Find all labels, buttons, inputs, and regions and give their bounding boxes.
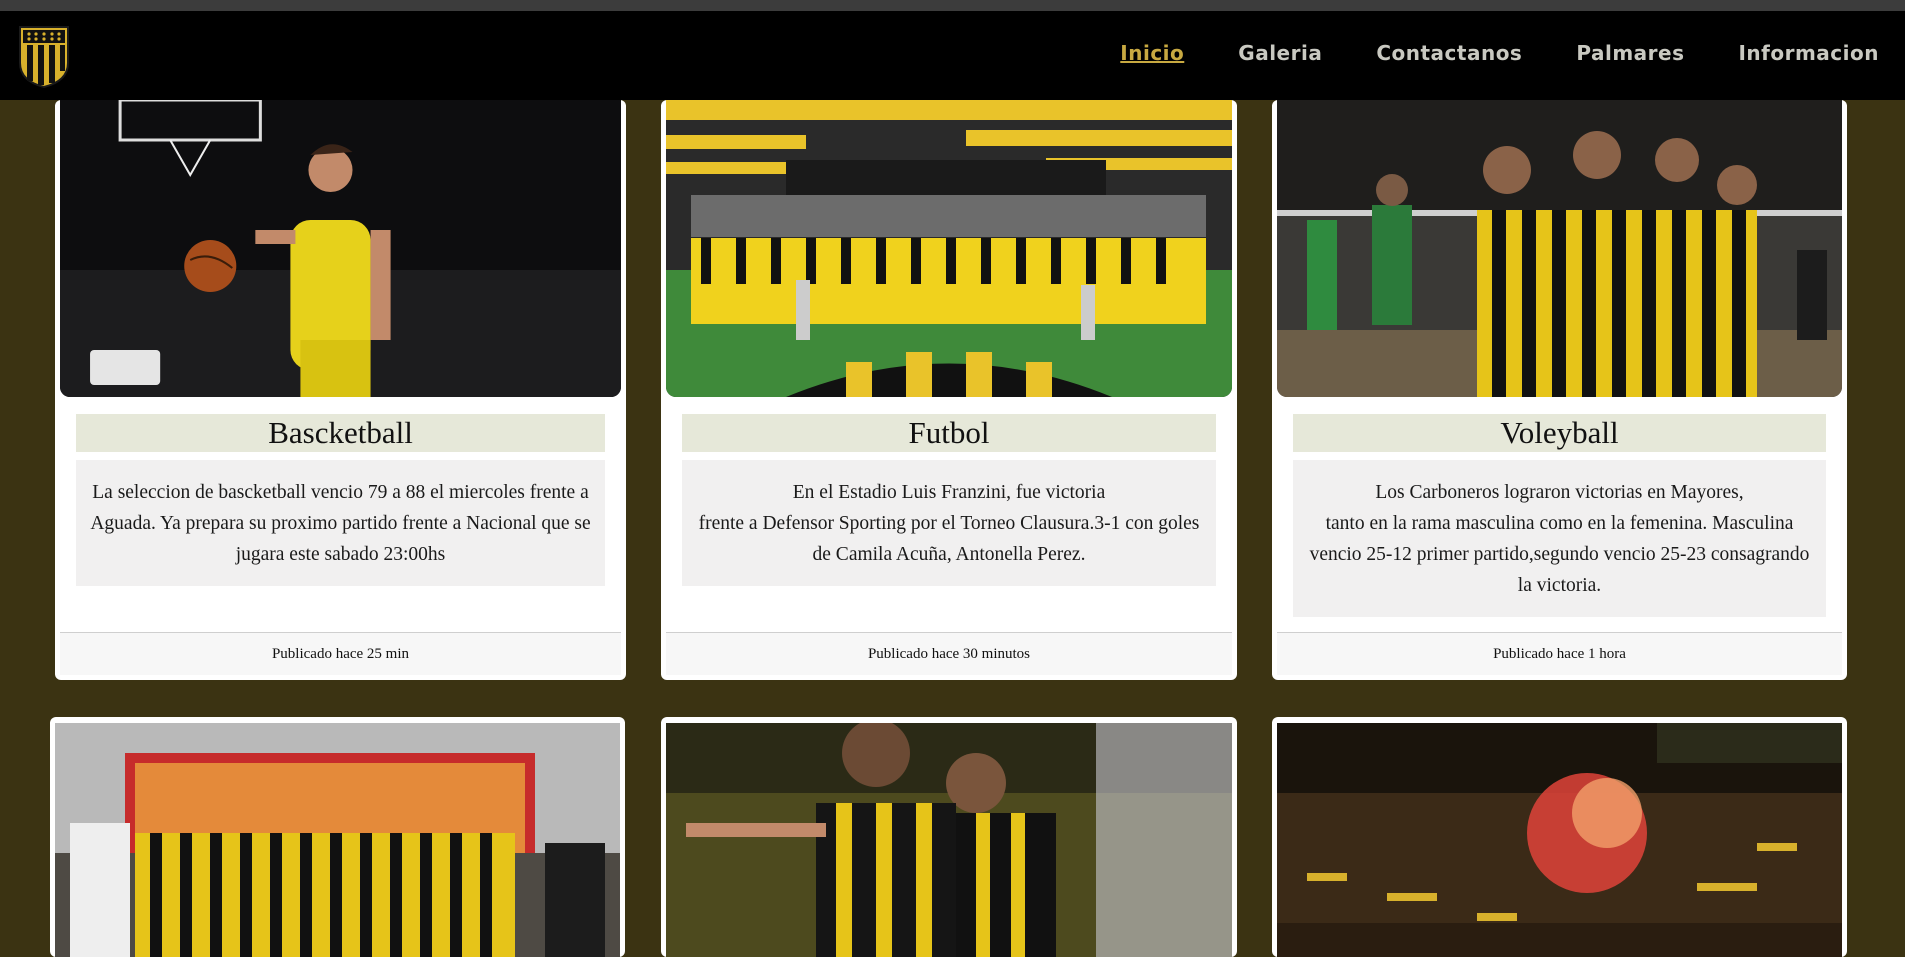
card-title: Futbol	[682, 414, 1216, 452]
nav-link-palmares[interactable]: Palmares	[1576, 41, 1684, 65]
nav-link-inicio[interactable]: Inicio	[1120, 41, 1184, 65]
card-description-line-2: tanto en la rama masculina como en la fe…	[1309, 513, 1810, 596]
card-title: Voleyball	[1293, 414, 1826, 452]
womens-team-photo	[55, 723, 620, 957]
card-description-line-1: Los Carboneros lograron victorias en May…	[1375, 482, 1744, 503]
gallery-card-fans-stadium[interactable]	[1272, 717, 1847, 957]
card-title: Bascketball	[76, 414, 605, 452]
fans-stadium-photo	[1277, 723, 1842, 957]
news-card-futbol[interactable]: Futbol En el Estadio Luis Franzini, fue …	[661, 100, 1237, 680]
browser-top-strip	[0, 0, 1905, 11]
card-description: En el Estadio Luis Franzini, fue victori…	[682, 460, 1216, 586]
basketball-photo	[60, 100, 621, 397]
news-card-voleyball[interactable]: Voleyball Los Carboneros lograron victor…	[1272, 100, 1847, 680]
card-footer-timestamp: Publicado hace 30 minutos	[666, 632, 1232, 675]
voleyball-team-photo	[1277, 100, 1842, 397]
card-description-line-1: En el Estadio Luis Franzini, fue victori…	[792, 482, 1106, 503]
gallery-card-womens-team[interactable]	[50, 717, 625, 957]
goal-celebration-photo	[666, 723, 1232, 957]
card-description: Los Carboneros lograron victorias en May…	[1293, 460, 1826, 617]
card-description: La seleccion de bascketball vencio 79 a …	[76, 460, 605, 586]
futbol-team-photo	[666, 100, 1232, 397]
nav-link-contactanos[interactable]: Contactanos	[1376, 41, 1522, 65]
news-card-basketball[interactable]: Bascketball La seleccion de bascketball …	[55, 100, 626, 680]
navbar: Inicio Galeria Contactanos Palmares Info…	[0, 11, 1905, 100]
card-footer-timestamp: Publicado hace 1 hora	[1277, 632, 1842, 675]
gallery-card-goal-celebration[interactable]	[661, 717, 1237, 957]
card-description-line-2: frente a Defensor Sporting por el Torneo…	[698, 513, 1200, 565]
nav-links: Inicio Galeria Contactanos Palmares Info…	[1120, 41, 1879, 65]
nav-link-galeria[interactable]: Galeria	[1238, 41, 1322, 65]
club-shield-logo-icon[interactable]	[18, 23, 70, 89]
nav-link-informacion[interactable]: Informacion	[1738, 41, 1879, 65]
card-footer-timestamp: Publicado hace 25 min	[60, 632, 621, 675]
